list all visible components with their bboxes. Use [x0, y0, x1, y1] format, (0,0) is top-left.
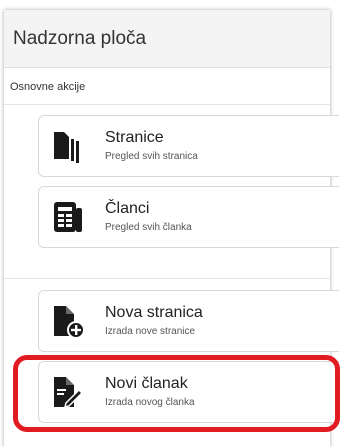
new-article-card[interactable]: Novi članak Izrada novog članka	[38, 361, 339, 423]
card-title: Stranice	[105, 129, 164, 146]
new-page-card[interactable]: Nova stranica Izrada nove stranice	[38, 290, 339, 352]
dashboard-panel: Nadzorna ploča Osnovne akcije Stranice P…	[4, 10, 339, 447]
card-title: Članci	[105, 200, 150, 217]
new-page-icon	[54, 306, 84, 338]
section-title: Osnovne akcije	[10, 81, 86, 93]
articles-card[interactable]: Članci Pregled svih članka	[38, 186, 339, 248]
basic-actions-section: Osnovne akcije Stranice Pregled svih str…	[4, 68, 339, 447]
card-subtitle: Pregled svih stranica	[105, 151, 198, 162]
card-subtitle: Pregled svih članka	[105, 222, 192, 233]
card-title: Novi članak	[105, 375, 188, 392]
pages-card[interactable]: Stranice Pregled svih stranica	[38, 115, 339, 177]
new-article-icon	[54, 377, 84, 409]
group-divider	[4, 278, 330, 279]
section-divider	[4, 104, 330, 105]
page-title: Nadzorna ploča	[13, 28, 147, 49]
card-subtitle: Izrada nove stranice	[105, 326, 196, 337]
articles-icon	[54, 202, 82, 232]
pages-icon	[54, 132, 79, 163]
card-title: Nova stranica	[105, 304, 203, 321]
card-subtitle: Izrada novog članka	[105, 397, 195, 408]
